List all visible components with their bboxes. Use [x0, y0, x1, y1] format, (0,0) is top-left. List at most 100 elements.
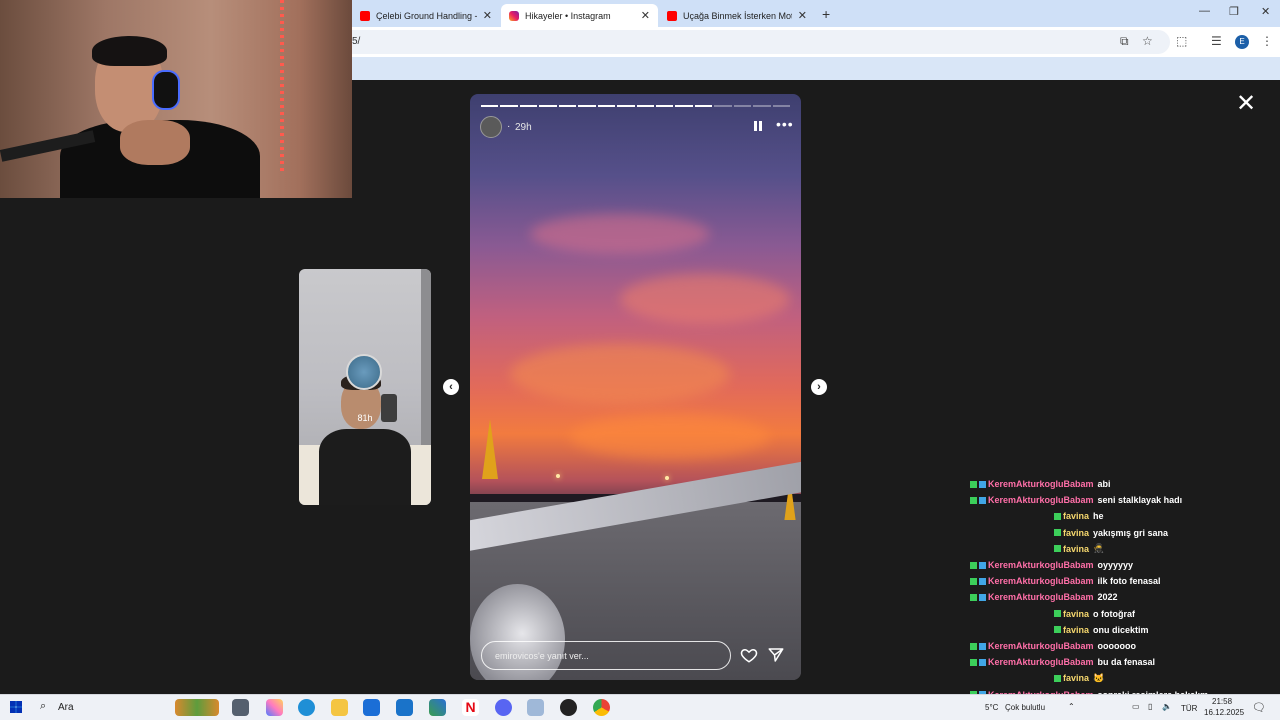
- reply-input[interactable]: emirovicos'e yanıt ver...: [481, 641, 731, 670]
- profile-avatar[interactable]: E: [1235, 35, 1249, 49]
- extensions-icon[interactable]: ⬚: [1176, 34, 1187, 48]
- separator-dot: ·: [507, 121, 511, 132]
- clock-time[interactable]: 21:58: [1212, 697, 1232, 706]
- settings-app-icon[interactable]: [527, 699, 544, 716]
- chat-badge-icon: [1054, 626, 1061, 634]
- send-direct-icon[interactable]: [767, 646, 785, 664]
- chrome-icon[interactable]: [593, 699, 610, 716]
- next-story-button[interactable]: ›: [811, 379, 827, 395]
- chat-username: KeremAkturkogluBabam: [988, 479, 1094, 489]
- tray-chevron-icon[interactable]: ⌃: [1068, 702, 1075, 711]
- url-text[interactable]: 5/: [352, 36, 360, 47]
- youtube-icon: [667, 10, 677, 21]
- language-indicator[interactable]: TÜR: [1181, 704, 1197, 713]
- chat-message: favina he: [1054, 508, 1104, 524]
- copilot-icon[interactable]: [266, 699, 283, 716]
- clock-date[interactable]: 16.12.2025: [1204, 708, 1244, 717]
- chat-username: favina: [1063, 624, 1090, 635]
- tab-celebi-ground-handling[interactable]: Çelebi Ground Handling - YouT ✕: [352, 4, 500, 27]
- close-tab-icon[interactable]: ✕: [798, 9, 807, 22]
- chat-badge-icon: [979, 496, 986, 504]
- chat-message: KeremAkturkogluBabam ilk foto fenasal: [970, 573, 1161, 589]
- chat-message: favina 🐱: [1054, 670, 1104, 686]
- chat-username: favina: [1063, 608, 1090, 619]
- stream-chat: KeremAkturkogluBabam abi KeremAkturkogluBa…: [960, 478, 1280, 694]
- xbox-app-icon[interactable]: [429, 699, 446, 716]
- discord-icon[interactable]: [495, 699, 512, 716]
- chat-badge-icon: [1054, 512, 1061, 520]
- weather-temp[interactable]: 5°C: [985, 703, 998, 712]
- webcam-overlay: [0, 0, 352, 198]
- tab-label: Uçağa Binmek İsterken Motoru: [683, 10, 792, 21]
- window-close-icon[interactable]: ✕: [1261, 5, 1270, 18]
- like-heart-icon[interactable]: [740, 646, 758, 664]
- search-icon[interactable]: ⌕: [40, 700, 46, 713]
- chat-badge-icon: [979, 642, 986, 650]
- progress-segment: [636, 105, 654, 107]
- reading-list-icon[interactable]: ☰: [1211, 34, 1222, 48]
- story-time-ago: 29h: [515, 122, 532, 133]
- progress-segment: [539, 105, 557, 107]
- close-tab-icon[interactable]: ✕: [483, 9, 492, 22]
- weather-desc[interactable]: Çok bulutlu: [1005, 703, 1045, 712]
- more-options-icon[interactable]: •••: [776, 116, 794, 132]
- previous-story-preview[interactable]: 81h: [299, 269, 431, 505]
- progress-segment: [694, 105, 713, 107]
- chat-text: onu dicektim: [1093, 624, 1149, 635]
- close-tab-icon[interactable]: ✕: [641, 9, 650, 22]
- task-view-icon[interactable]: [232, 699, 249, 716]
- chat-message: favina onu dicektim: [1054, 622, 1149, 638]
- new-tab-icon[interactable]: +: [822, 6, 830, 22]
- runway-light: [665, 476, 669, 480]
- chat-username: favina: [1063, 527, 1090, 538]
- progress-segment: [617, 105, 635, 107]
- chat-badge-icon: [970, 658, 977, 666]
- progress-segment: [481, 105, 499, 107]
- progress-segment: [675, 105, 693, 107]
- widgets-icon[interactable]: [175, 699, 219, 716]
- tab-ucaga-binmek[interactable]: Uçağa Binmek İsterken Motoru ✕: [659, 4, 815, 27]
- story-frame[interactable]: · 29h ••• emirovicos'e yanıt ver...: [470, 94, 801, 680]
- edge-icon[interactable]: [298, 699, 315, 716]
- install-app-icon[interactable]: ⧉: [1120, 34, 1129, 49]
- network-icon[interactable]: ▭: [1132, 702, 1140, 711]
- youtube-icon: [360, 10, 370, 21]
- chat-badge-icon: [970, 561, 977, 569]
- volume-icon[interactable]: 🔈: [1162, 702, 1172, 711]
- progress-segment: [519, 105, 538, 107]
- pause-icon[interactable]: [752, 120, 764, 132]
- taskbar-search-label[interactable]: Ara: [58, 702, 74, 713]
- story-user-avatar[interactable]: [480, 116, 502, 138]
- windows-start-icon[interactable]: [10, 701, 22, 713]
- chat-username: KeremAkturkogluBabam: [988, 495, 1094, 506]
- omnibox[interactable]: [340, 30, 1170, 54]
- minimize-icon[interactable]: —: [1199, 5, 1210, 17]
- file-explorer-icon[interactable]: [331, 699, 348, 716]
- chat-username: favina: [1063, 511, 1090, 522]
- chat-username: KeremAkturkogluBabam: [988, 592, 1094, 603]
- preview-time-ago: 81h: [357, 413, 373, 423]
- progress-segment: [578, 105, 596, 107]
- preview-body: [319, 429, 411, 505]
- progress-segment: [558, 105, 577, 107]
- outlook-icon[interactable]: [396, 699, 413, 716]
- battery-icon[interactable]: ▯: [1148, 702, 1152, 711]
- obs-icon[interactable]: [560, 699, 577, 716]
- close-viewer-icon[interactable]: ✕: [1235, 92, 1257, 116]
- tab-instagram-stories[interactable]: Hikayeler • Instagram ✕: [501, 4, 658, 27]
- notification-icon[interactable]: 🗨: [1252, 701, 1266, 714]
- progress-segment: [500, 105, 518, 107]
- screen: Çelebi Ground Handling - YouT ✕ Hikayele…: [0, 0, 1280, 720]
- story-progress-bar: [481, 105, 790, 107]
- headset: [152, 70, 180, 110]
- restore-icon[interactable]: ❐: [1229, 5, 1239, 18]
- chat-username: favina: [1063, 673, 1090, 684]
- chat-badge-icon: [970, 593, 977, 601]
- store-icon[interactable]: [363, 699, 380, 716]
- chat-badge-icon: [970, 480, 977, 488]
- previous-story-button[interactable]: ‹: [443, 379, 459, 395]
- menu-kebab-icon[interactable]: ⋮: [1261, 34, 1273, 48]
- chat-text: 🐱: [1093, 672, 1105, 683]
- bookmark-star-icon[interactable]: ☆: [1142, 34, 1153, 48]
- netflix-icon[interactable]: N: [462, 699, 479, 716]
